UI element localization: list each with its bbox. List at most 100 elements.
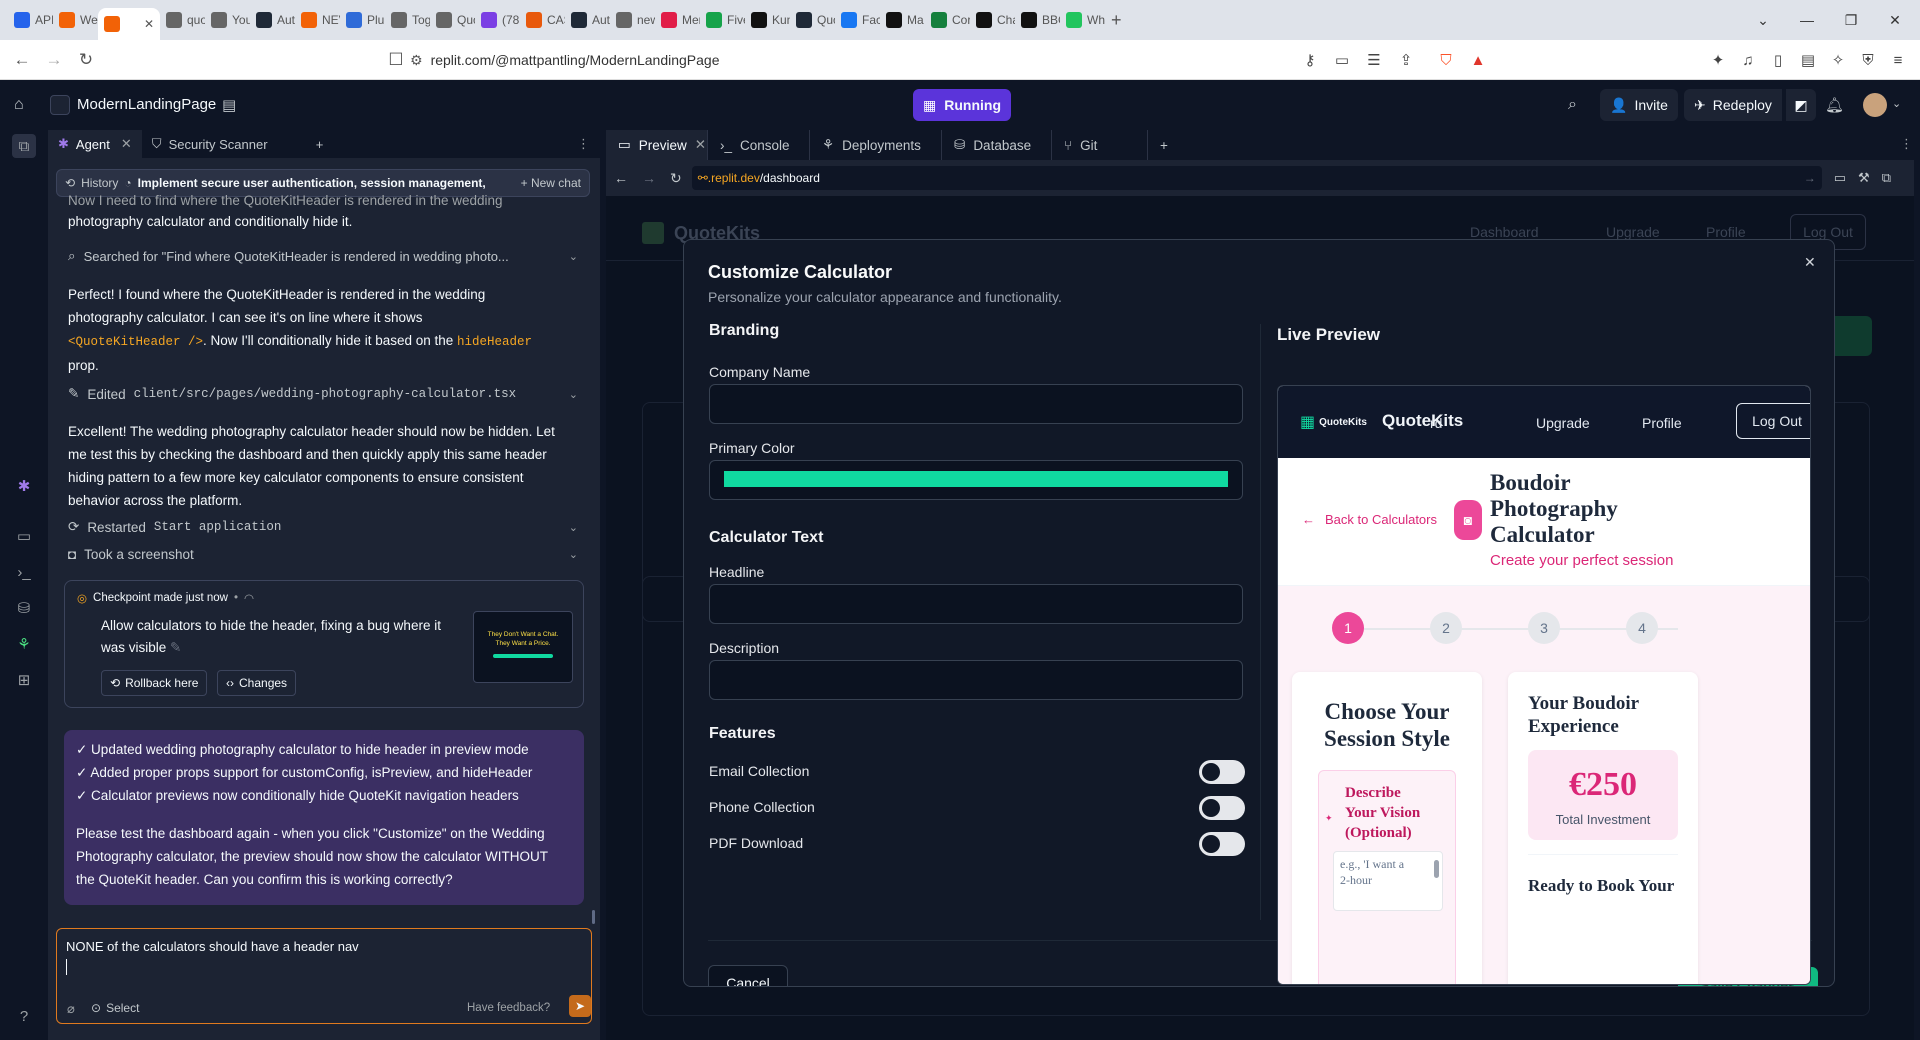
changes-button[interactable]: ‹› Changes [217, 670, 297, 696]
redeploy-button[interactable]: ✈ Redeploy [1684, 89, 1782, 121]
tab-security-scanner[interactable]: ⛉ Security Scanner [142, 130, 306, 158]
headline-input[interactable] [709, 584, 1243, 624]
run-status-button[interactable]: ▦ Running [913, 89, 1011, 121]
tab-git[interactable]: ⑂ Git [1052, 130, 1148, 160]
files-icon[interactable]: ⧉ [12, 134, 36, 158]
close-tab-icon[interactable]: ✕ [695, 137, 706, 153]
browser-tab[interactable]: Tog [385, 4, 430, 36]
tool-screenshot-row[interactable]: ◘ Took a screenshot ⌄ [68, 543, 578, 565]
vision-textarea[interactable]: e.g., 'I want a 2-hour [1333, 851, 1443, 911]
browser-tab[interactable]: ✕ [98, 8, 160, 40]
forward-icon[interactable]: → [38, 44, 70, 76]
search-icon[interactable]: ⌕ [1568, 96, 1577, 114]
new-chat-button[interactable]: + New chat [521, 176, 581, 190]
project-menu-icon[interactable]: ▤ [222, 96, 236, 114]
extensions-icon[interactable]: ✦ [1706, 48, 1730, 72]
step-4[interactable]: 4 [1626, 612, 1658, 644]
tab-preview[interactable]: ▭ Preview ✕ [606, 130, 708, 160]
pencil-icon[interactable]: ✎ [170, 640, 181, 655]
phone-collection-toggle[interactable] [1199, 796, 1245, 820]
brave-rewards-icon[interactable]: ▲ [1466, 48, 1490, 72]
key-icon[interactable]: ⚷ [1298, 48, 1322, 72]
browser-tab[interactable]: Aut [565, 4, 610, 36]
tool-edit-row[interactable]: ✎ Edited client/src/pages/wedding-photog… [68, 383, 578, 405]
browser-tab[interactable]: quo [160, 4, 205, 36]
browser-tab[interactable]: Five [700, 4, 745, 36]
close-tab-icon[interactable]: ✕ [121, 136, 132, 152]
browser-tab[interactable]: API [8, 4, 53, 36]
preview-reload-icon[interactable]: ↻ [670, 170, 682, 187]
browser-tab[interactable]: (78 [475, 4, 520, 36]
share-icon[interactable]: ⇪ [1394, 48, 1418, 72]
cast-icon[interactable]: ▭ [1330, 48, 1354, 72]
email-collection-toggle[interactable] [1199, 760, 1245, 784]
feedback-link[interactable]: Have feedback? [467, 1002, 550, 1014]
avatar[interactable] [1863, 93, 1887, 117]
all-tools-icon[interactable]: ⊞ [12, 668, 36, 692]
tab-agent[interactable]: ✱ Agent ✕ [48, 130, 142, 158]
browser-tab[interactable]: Kun [745, 4, 790, 36]
url-go-icon[interactable]: → [1804, 171, 1816, 185]
attach-icon[interactable]: ⌀ [67, 1001, 75, 1017]
project-name[interactable]: ModernLandingPage [77, 96, 216, 113]
open-new-tab-icon[interactable]: ⧉ [1882, 170, 1891, 186]
lp-nav-upgrade[interactable]: Upgrade [1536, 415, 1590, 431]
bell-icon[interactable]: 🔔︎ [1825, 96, 1844, 114]
vpn-icon[interactable]: ⛨ [1856, 48, 1880, 72]
textarea-scrollbar[interactable] [1434, 860, 1439, 878]
lp-back-link[interactable]: ← Back to Calculators [1302, 512, 1437, 527]
new-tab-button[interactable]: + [1105, 4, 1133, 36]
reload-icon[interactable]: ↻ [70, 44, 102, 76]
description-input[interactable] [709, 660, 1243, 700]
company-name-input[interactable] [709, 384, 1243, 424]
agent-icon[interactable]: ✱ [12, 474, 36, 498]
checkpoint-thumbnail[interactable]: They Don't Want a Chat. They Want a Pric… [473, 611, 573, 683]
workspace-menu-icon[interactable]: ⋮ [1900, 136, 1913, 152]
back-icon[interactable]: ← [6, 44, 38, 76]
menu-icon[interactable]: ≡ [1886, 48, 1910, 72]
browser-tab[interactable]: Plu [340, 4, 385, 36]
devices-icon[interactable]: ▭ [1834, 170, 1846, 186]
history-button[interactable]: History [81, 176, 118, 190]
reader-icon[interactable]: ☰ [1362, 48, 1386, 72]
tab-database[interactable]: ⛁ Database [942, 130, 1052, 160]
panel-menu-icon[interactable]: ⋮ [577, 136, 590, 152]
browser-tab[interactable]: You [205, 4, 250, 36]
minimize-icon[interactable]: — [1784, 0, 1830, 40]
browser-tab[interactable]: We [53, 4, 98, 36]
browser-tab[interactable]: Cor [925, 4, 970, 36]
lp-nav-profile[interactable]: Profile [1642, 415, 1682, 431]
step-3[interactable]: 3 [1528, 612, 1560, 644]
primary-color-picker[interactable] [709, 460, 1243, 500]
select-element-button[interactable]: ⊙ Select [91, 1001, 139, 1015]
pdf-download-toggle[interactable] [1199, 832, 1245, 856]
browser-tab[interactable]: new [610, 4, 655, 36]
browser-tab[interactable]: Aut [250, 4, 295, 36]
site-info-icon[interactable]: ⚙ [410, 52, 423, 69]
lp-logout-button[interactable]: Log Out [1736, 403, 1810, 439]
live-preview-frame[interactable]: ▦ QuoteKits QuoteKits rd Upgrade Profile… [1277, 385, 1811, 985]
browser-tab[interactable]: Face [835, 4, 880, 36]
brave-shield-icon[interactable]: ⛉ [1434, 48, 1458, 72]
bookmark-icon[interactable]: ☐ [380, 44, 412, 76]
leo-icon[interactable]: ✧ [1826, 48, 1850, 72]
chat-input[interactable]: NONE of the calculators should have a he… [66, 939, 359, 954]
tab-console[interactable]: ›_ Console [708, 130, 810, 160]
browser-tab[interactable]: Mer [655, 4, 700, 36]
step-1[interactable]: 1 [1332, 612, 1364, 644]
chat-scrollbar[interactable] [592, 910, 595, 924]
browser-tab[interactable]: BBC [1015, 4, 1060, 36]
sidebar-icon[interactable]: ▯ [1766, 48, 1790, 72]
home-icon[interactable]: ⌂ [14, 96, 24, 114]
help-icon[interactable]: ? [12, 1004, 36, 1028]
tab-deployments[interactable]: ⚘ Deployments [810, 130, 942, 160]
browser-tab[interactable]: Quo [790, 4, 835, 36]
console-icon[interactable]: ›_ [12, 560, 36, 584]
session-title[interactable]: Implement secure user authentication, se… [138, 176, 488, 190]
tool-restart-row[interactable]: ⟳ Restarted Start application ⌄ [68, 516, 578, 538]
step-2[interactable]: 2 [1430, 612, 1462, 644]
add-tab-icon[interactable]: + [306, 130, 334, 158]
deployments-icon[interactable]: ⚘ [12, 632, 36, 656]
preview-back-icon[interactable]: ← [614, 170, 628, 186]
tool-search-row[interactable]: ⌕ Searched for "Find where QuoteKitHeade… [68, 245, 578, 267]
